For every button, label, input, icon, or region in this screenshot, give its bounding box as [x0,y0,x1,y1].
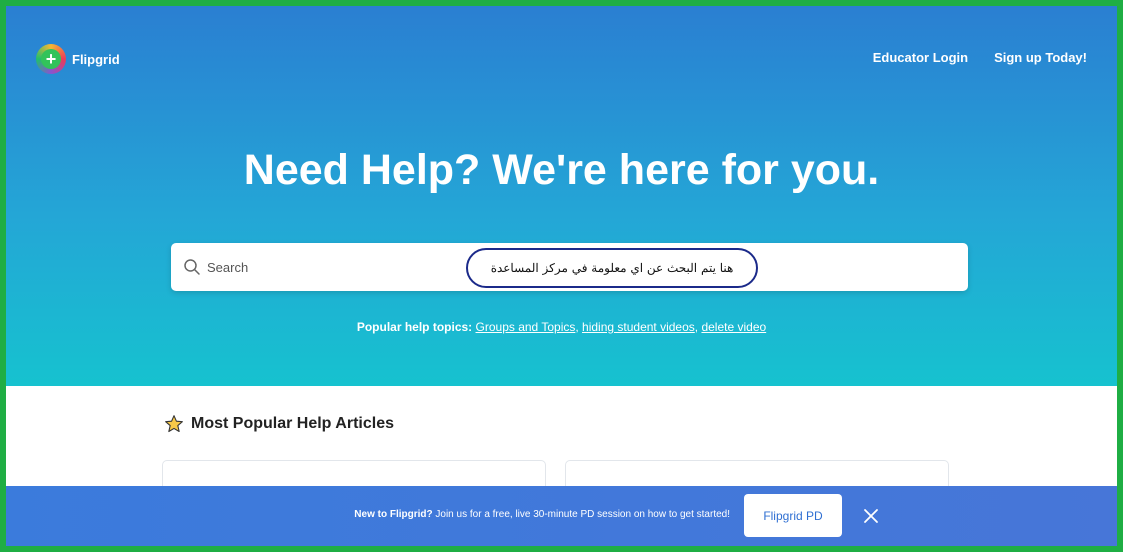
banner-lead: New to Flipgrid? [354,509,433,520]
topic-link-delete-video[interactable]: delete video [701,320,766,334]
search-icon [184,259,200,275]
banner-message: New to Flipgrid? Join us for a free, liv… [6,509,730,520]
sign-up-link[interactable]: Sign up Today! [994,50,1087,65]
hero-section: + Flipgrid Educator Login Sign up Today!… [6,6,1117,386]
educator-login-link[interactable]: Educator Login [873,50,968,65]
annotation-callout: هنا يتم البحث عن اي معلومة في مركز المسا… [466,248,758,288]
window-frame: + Flipgrid Educator Login Sign up Today!… [0,0,1123,552]
promo-banner: New to Flipgrid? Join us for a free, liv… [6,486,1117,546]
articles-title: Most Popular Help Articles [191,415,394,432]
logo-icon: + [36,44,66,74]
topic-link-groups[interactable]: Groups and Topics [476,320,576,334]
topic-link-hiding-videos[interactable]: hiding student videos [582,320,695,334]
close-icon[interactable] [860,505,882,527]
articles-heading: Most Popular Help Articles [164,414,394,434]
logo[interactable]: + Flipgrid [36,44,120,74]
banner-text: Join us for a free, live 30-minute PD se… [432,509,730,520]
page-title: Need Help? We're here for you. [243,146,880,194]
popular-topics-label: Popular help topics: [356,320,473,334]
flipgrid-pd-button[interactable]: Flipgrid PD [744,494,842,537]
popular-topics: Popular help topics: Groups and Topics, … [356,320,767,334]
logo-text: Flipgrid [72,51,120,67]
top-nav: Educator Login Sign up Today! [873,50,1087,65]
star-icon [165,415,183,433]
